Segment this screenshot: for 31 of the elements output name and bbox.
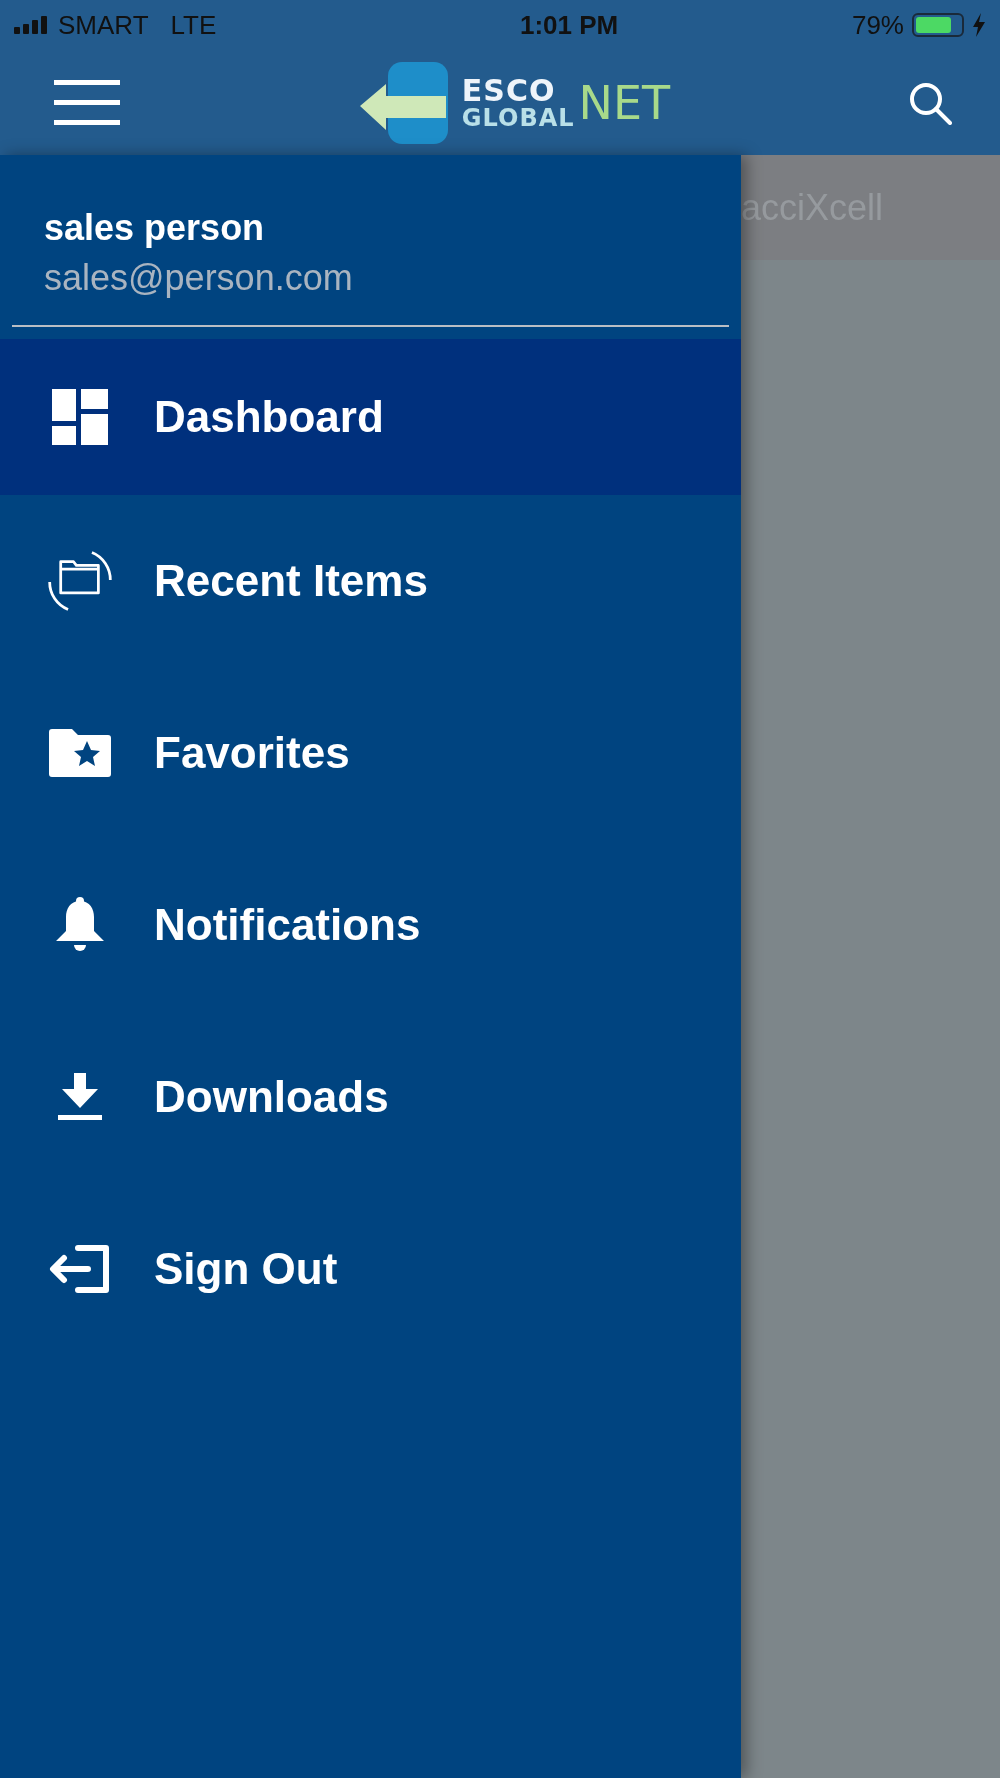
clock-time: 1:01 PM [520,9,619,41]
logo-suffix: NET [578,75,671,130]
battery-icon [912,13,964,37]
menu-item[interactable]: Sign Out [0,1183,741,1355]
menu-item[interactable]: Dashboard [0,339,741,495]
menu-item-label: Notifications [154,900,421,950]
logo-text: GLOBAL [461,105,575,130]
network-type: LTE [170,9,217,41]
menu-item[interactable]: Favorites [0,667,741,839]
charging-icon [972,13,986,37]
carrier-name: SMART [58,9,149,41]
exit-icon [48,1244,112,1294]
menu-item-label: Recent Items [154,556,428,606]
bell-icon [55,897,105,953]
menu-item[interactable]: Notifications [0,839,741,1011]
folder-star-icon [49,729,111,777]
user-name: sales person [44,207,266,249]
menu-icon[interactable] [54,79,120,126]
menu-item-label: Downloads [154,1072,389,1122]
logo-text: ESCO [461,75,557,106]
search-icon[interactable] [908,80,952,125]
menu-item[interactable]: Recent Items [0,495,741,667]
dashboard-icon [52,389,108,445]
user-email: sales@person.com [44,257,354,299]
menu-item-label: Dashboard [154,392,384,442]
menu-item-label: Sign Out [154,1244,338,1294]
menu-item-label: Favorites [154,728,350,778]
menu-item[interactable]: Downloads [0,1011,741,1183]
signal-icon [14,16,50,34]
download-icon [58,1073,102,1121]
battery-percent: 79% [851,9,904,41]
